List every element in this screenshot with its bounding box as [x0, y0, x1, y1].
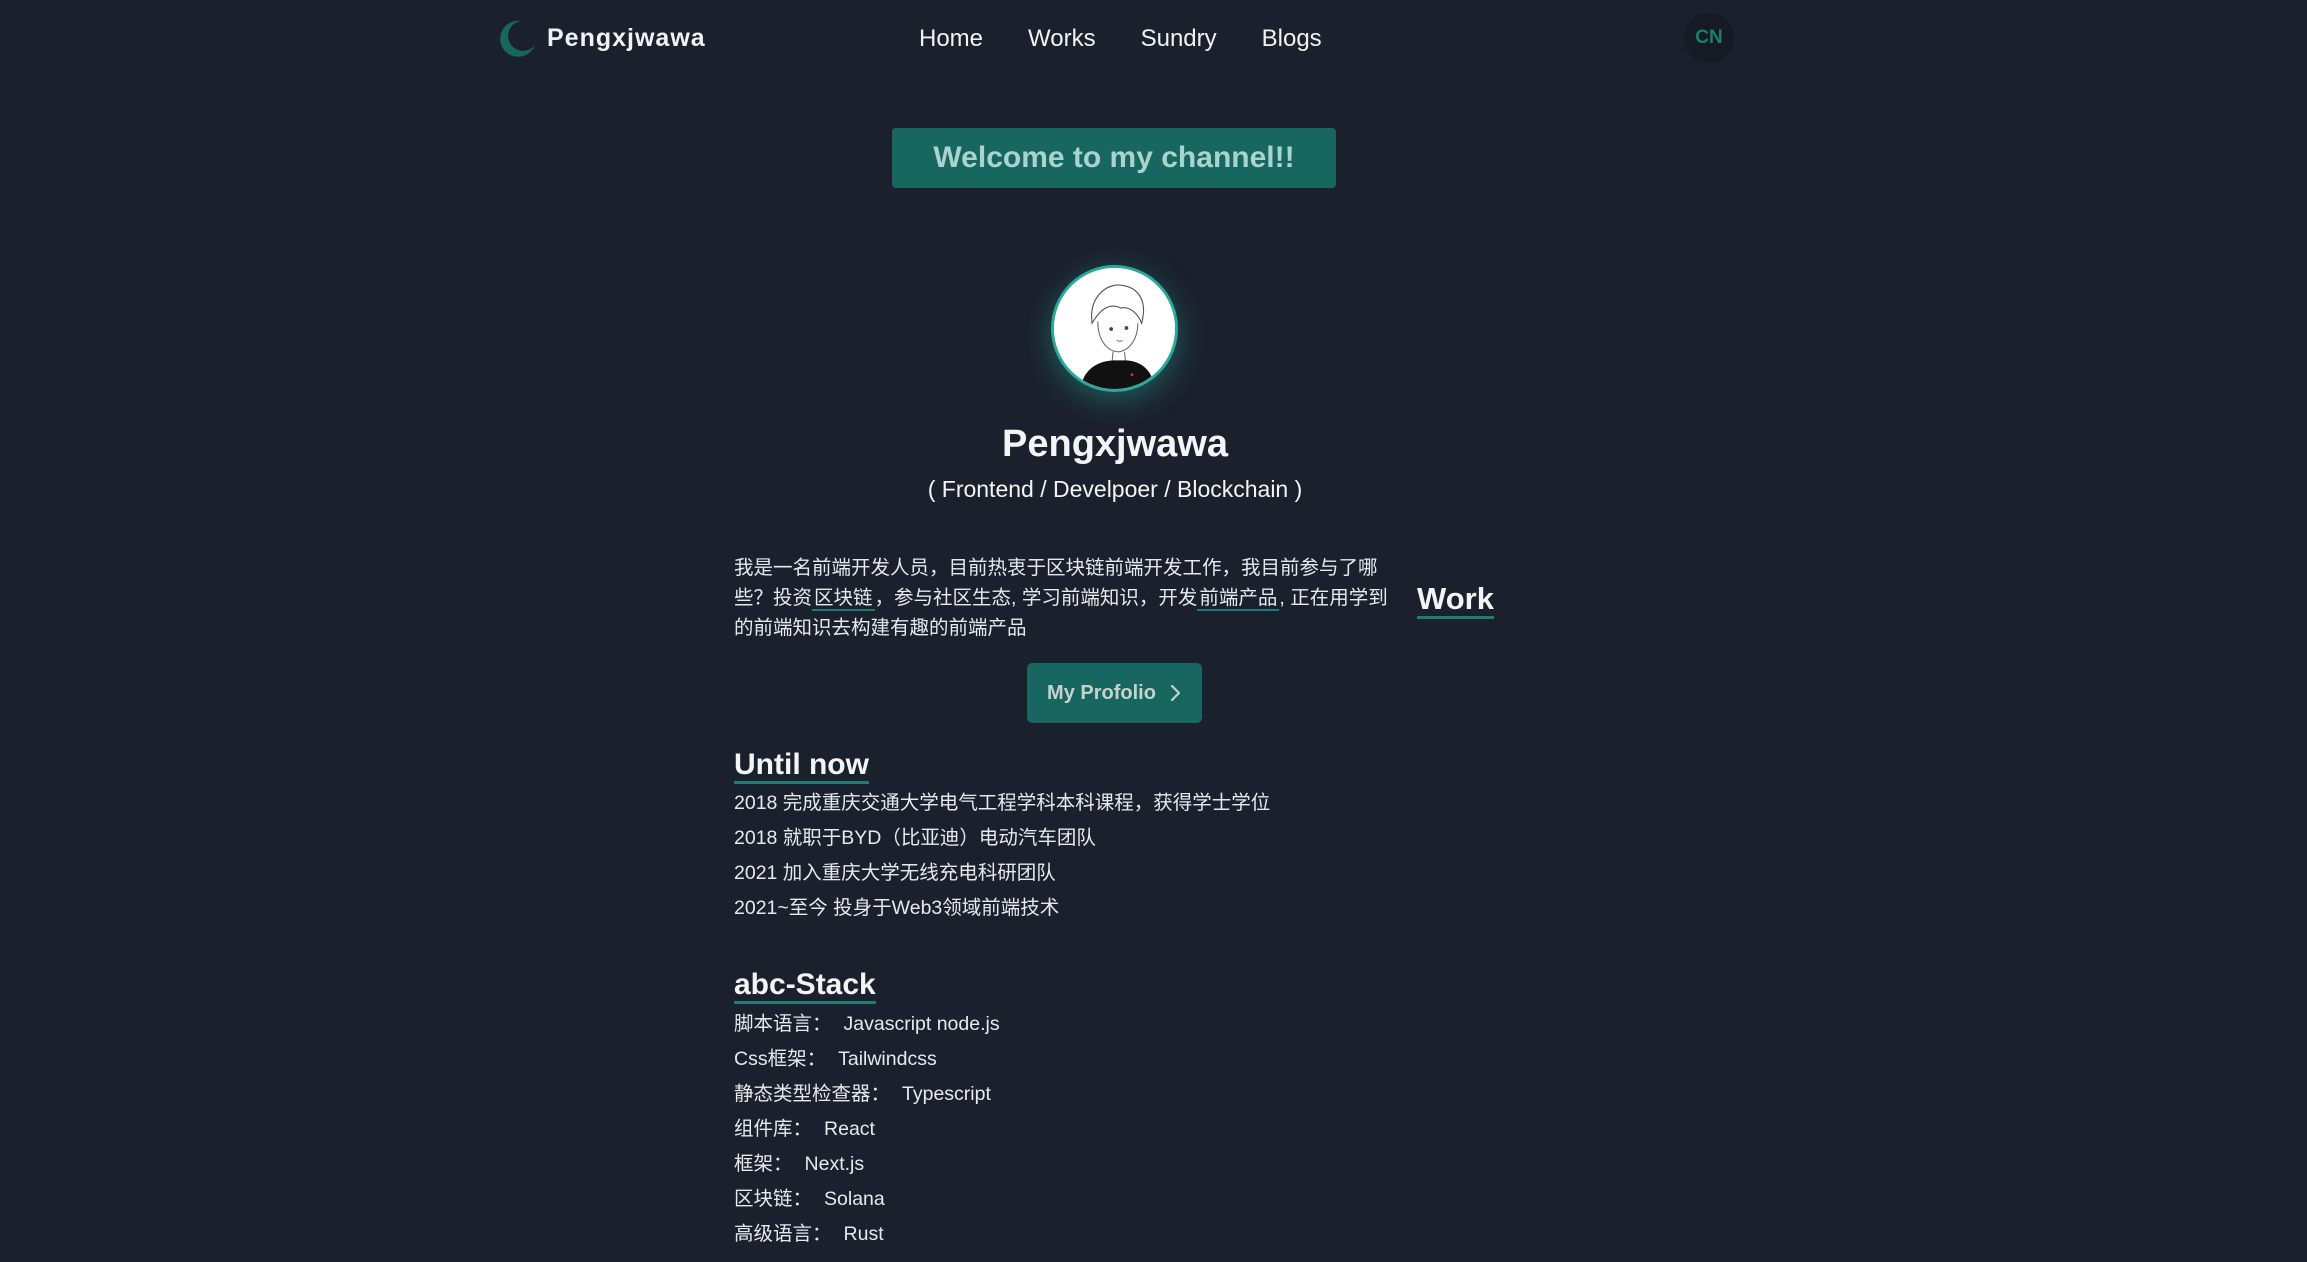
stack-item-label: 高级语言： — [734, 1223, 832, 1245]
chevron-right-icon — [1170, 684, 1181, 702]
stack-item: 组件库： React — [734, 1112, 1000, 1147]
stack-item: 框架： Next.js — [734, 1147, 1000, 1182]
brand-logo[interactable]: Pengxjwawa — [497, 18, 706, 58]
portfolio-button[interactable]: My Profolio — [1027, 663, 1202, 723]
welcome-banner: Welcome to my channel!! — [892, 128, 1336, 188]
stack-item-label: 静态类型检查器： — [734, 1083, 891, 1105]
stack-item: 区块链： Solana — [734, 1182, 1000, 1217]
nav-link-blogs[interactable]: Blogs — [1262, 22, 1322, 56]
bio-paragraph: 我是一名前端开发人员，目前热衷于区块链前端开发工作，我目前参与了哪些？投资 区块链… — [734, 553, 1404, 643]
stack-list: 脚本语言： Javascript node.js Css框架： Tailwindcs… — [734, 1007, 1000, 1252]
stack-item: 脚本语言： Javascript node.js — [734, 1007, 1000, 1042]
nav-link-sundry[interactable]: Sundry — [1141, 22, 1217, 56]
stack-item-label: 框架： — [734, 1153, 793, 1175]
avatar-illustration — [1054, 268, 1175, 389]
stack-item-label: 区块链： — [734, 1188, 813, 1210]
brand-name: Pengxjwawa — [547, 23, 706, 52]
stack-item-label: 脚本语言： — [734, 1013, 832, 1035]
moon-icon — [500, 20, 535, 57]
stack-item-value: Solana — [824, 1188, 885, 1210]
stack-heading: abc-Stack — [734, 969, 876, 1004]
portfolio-button-label: My Profolio — [1047, 681, 1156, 704]
list-item: 2018 就职于BYD（比亚迪）电动汽车团队 — [734, 827, 1096, 849]
stack-item-value: React — [824, 1118, 875, 1140]
bio-link-blockchain[interactable]: 区块链 — [812, 587, 875, 611]
stack-item-value: Next.js — [804, 1153, 865, 1175]
bio-text-2: ，参与社区生态, 学习前端知识，开发 — [874, 587, 1198, 609]
avatar — [1051, 265, 1178, 392]
until-now-list: 2018 完成重庆交通大学电气工程学科本科课程，获得学士学位 2018 就职于B… — [734, 786, 1270, 926]
stack-item-label: 组件库： — [734, 1118, 813, 1140]
page: Pengxjwawa Home Works Sundry Blogs CN We… — [0, 0, 2307, 1262]
stack-item: Css框架： Tailwindcss — [734, 1042, 1000, 1077]
language-toggle-button[interactable]: CN — [1684, 13, 1734, 63]
profile-roles: ( Frontend / Develpoer / Blockchain ) — [927, 476, 1303, 502]
until-now-heading: Until now — [734, 749, 869, 784]
top-nav: Pengxjwawa Home Works Sundry Blogs CN — [0, 0, 2307, 80]
stack-item-value: Tailwindcss — [838, 1048, 937, 1070]
stack-item: 高级语言： Rust — [734, 1217, 1000, 1252]
stack-item-value: Typescript — [902, 1083, 991, 1105]
list-item: 2018 完成重庆交通大学电气工程学科本科课程，获得学士学位 — [734, 792, 1271, 814]
list-item: 2021~至今 投身于Web3领域前端技术 — [734, 897, 1060, 919]
nav-link-works[interactable]: Works — [1028, 22, 1096, 56]
stack-item-label: Css框架： — [734, 1048, 827, 1070]
stack-item-value: Rust — [843, 1223, 884, 1245]
list-item: 2021 加入重庆大学无线充电科研团队 — [734, 862, 1056, 884]
bio-link-frontend-products[interactable]: 前端产品 — [1197, 587, 1280, 611]
stack-item: 静态类型检查器： Typescript — [734, 1077, 1000, 1112]
profile-name: Pengxjwawa — [1002, 423, 1228, 465]
stack-item-value: Javascript node.js — [843, 1013, 1000, 1035]
work-link[interactable]: Work — [1417, 582, 1494, 619]
nav-links: Home Works Sundry Blogs — [919, 22, 1367, 56]
nav-link-home[interactable]: Home — [919, 22, 983, 56]
